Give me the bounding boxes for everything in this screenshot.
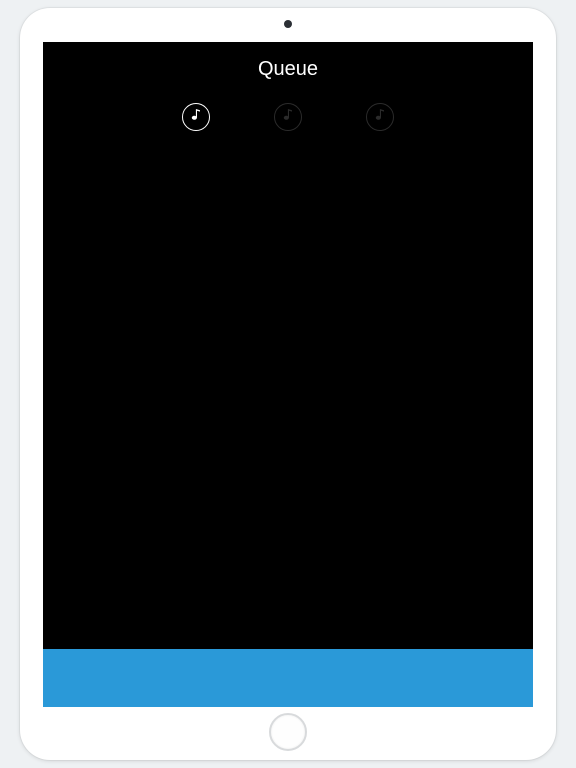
device-camera <box>284 20 292 28</box>
music-note-icon <box>282 108 294 127</box>
music-note-icon <box>190 108 202 127</box>
queue-tab-row <box>43 103 533 131</box>
tablet-device-frame: Queue <box>20 8 556 760</box>
now-playing-bar[interactable] <box>43 649 533 707</box>
app-screen: Queue <box>43 42 533 707</box>
queue-tab-3[interactable] <box>366 103 394 131</box>
queue-tab-2[interactable] <box>274 103 302 131</box>
device-home-button[interactable] <box>269 713 307 751</box>
page-title: Queue <box>43 42 533 81</box>
music-note-icon <box>374 108 386 127</box>
queue-tab-1[interactable] <box>182 103 210 131</box>
queue-content-area <box>43 131 533 649</box>
